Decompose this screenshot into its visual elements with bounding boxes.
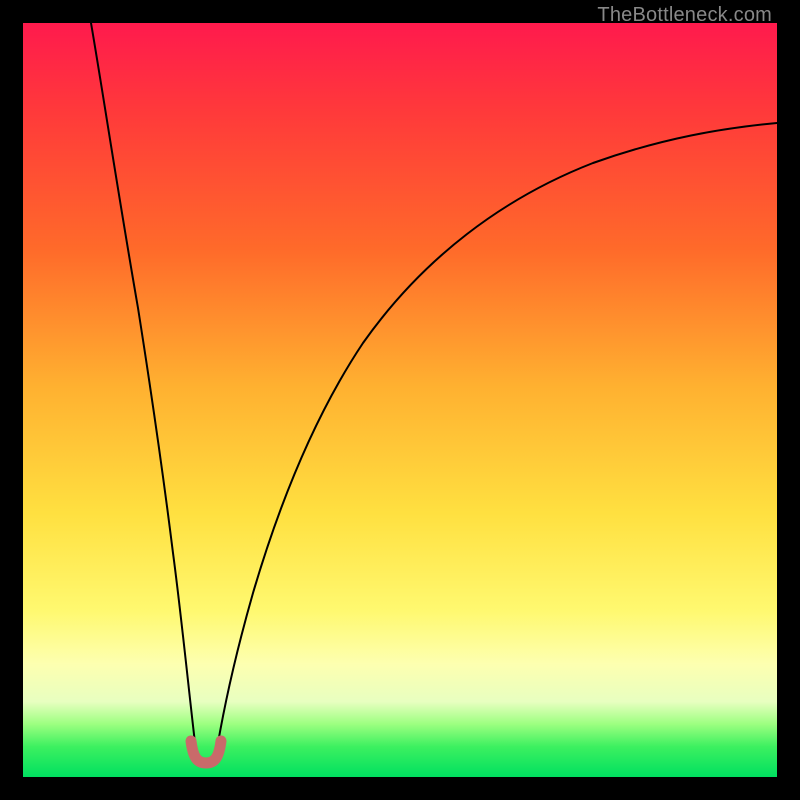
chart-frame: TheBottleneck.com: [0, 0, 800, 800]
curve-right-branch: [215, 123, 777, 761]
plot-area: [23, 23, 777, 777]
curve-left-branch: [91, 23, 198, 761]
min-marker: [191, 741, 221, 763]
curve-layer: [23, 23, 777, 777]
